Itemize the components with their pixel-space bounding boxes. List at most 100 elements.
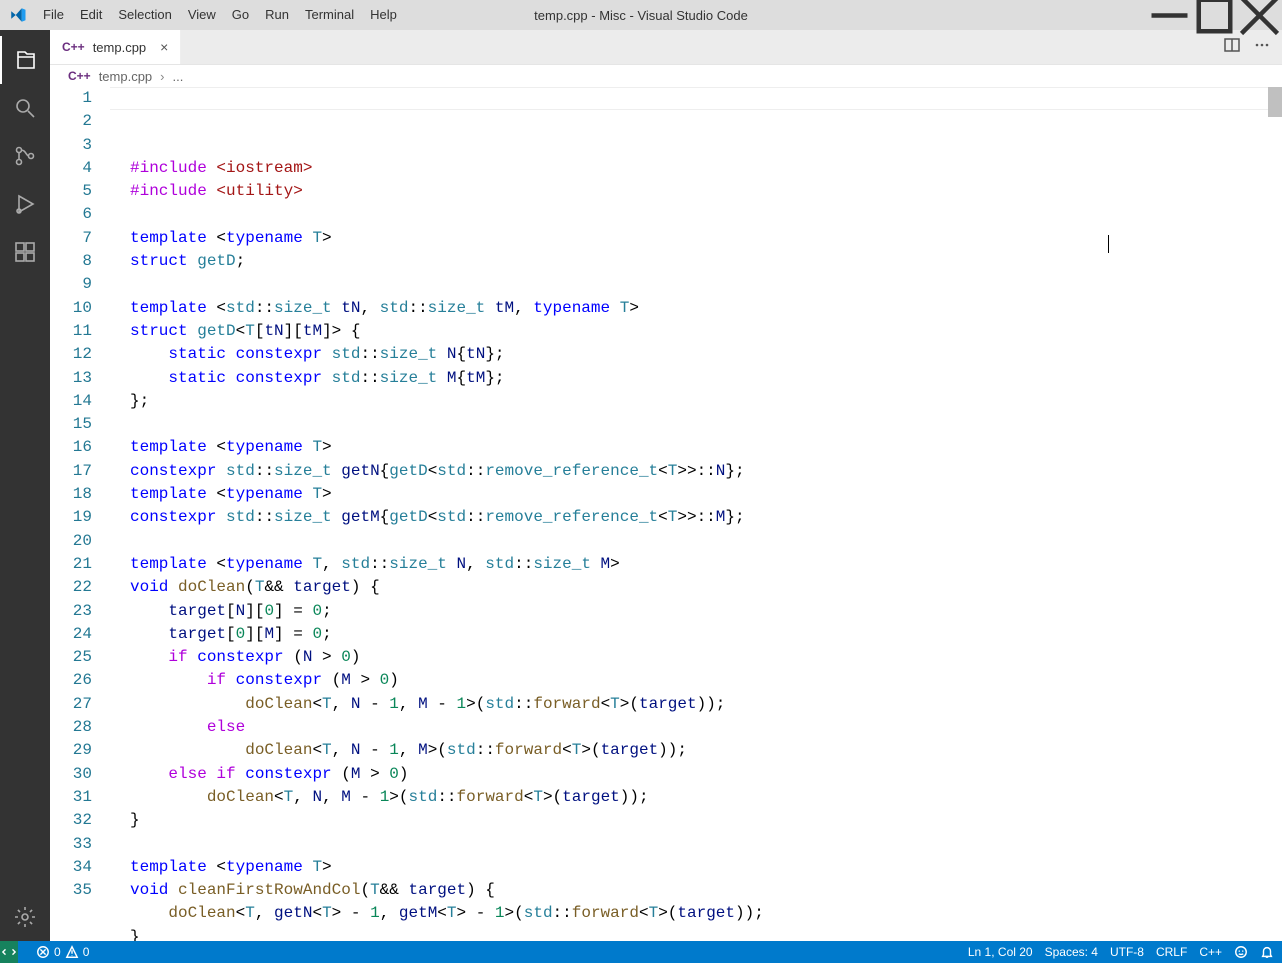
code-line[interactable]: } [110, 809, 1282, 832]
line-number: 30 [50, 763, 92, 786]
line-number: 27 [50, 693, 92, 716]
code-line[interactable]: struct getD<T[tN][tM]> { [110, 320, 1282, 343]
tab-close-icon[interactable]: × [154, 39, 168, 55]
code-line[interactable]: if constexpr (M > 0) [110, 669, 1282, 692]
menu-view[interactable]: View [180, 0, 224, 30]
line-number: 19 [50, 506, 92, 529]
menu-selection[interactable]: Selection [110, 0, 179, 30]
code-line[interactable]: struct getD; [110, 250, 1282, 273]
status-problems[interactable]: 0 0 [36, 945, 89, 959]
line-number: 11 [50, 320, 92, 343]
code-line[interactable]: doClean<T, getN<T> - 1, getM<T> - 1>(std… [110, 902, 1282, 925]
code-line[interactable]: static constexpr std::size_t N{tN}; [110, 343, 1282, 366]
line-number: 9 [50, 273, 92, 296]
menu-edit[interactable]: Edit [72, 0, 110, 30]
status-eol[interactable]: CRLF [1156, 945, 1187, 959]
line-number: 28 [50, 716, 92, 739]
code-line[interactable]: constexpr std::size_t getM{getD<std::rem… [110, 506, 1282, 529]
status-error-count: 0 [54, 945, 61, 959]
code-line[interactable]: template <typename T> [110, 483, 1282, 506]
line-number: 18 [50, 483, 92, 506]
code-line[interactable]: else if constexpr (M > 0) [110, 763, 1282, 786]
remote-indicator[interactable] [0, 941, 18, 963]
menu-help[interactable]: Help [362, 0, 405, 30]
activity-bar [0, 30, 50, 941]
menu-go[interactable]: Go [224, 0, 257, 30]
code-line[interactable]: template <typename T, std::size_t N, std… [110, 553, 1282, 576]
maximize-button[interactable] [1192, 0, 1237, 30]
code-line[interactable]: target[N][0] = 0; [110, 600, 1282, 623]
code-line[interactable]: static constexpr std::size_t M{tM}; [110, 367, 1282, 390]
line-number: 22 [50, 576, 92, 599]
code-line[interactable]: template <typename T> [110, 856, 1282, 879]
activity-source-control[interactable] [0, 132, 50, 180]
status-feedback-icon[interactable] [1234, 945, 1248, 959]
status-language-mode[interactable]: C++ [1199, 945, 1222, 959]
code-line[interactable]: }; [110, 390, 1282, 413]
close-button[interactable] [1237, 0, 1282, 30]
line-number: 25 [50, 646, 92, 669]
more-actions-icon[interactable] [1254, 37, 1270, 58]
code-line[interactable]: #include <utility> [110, 180, 1282, 203]
code-editor[interactable]: 1234567891011121314151617181920212223242… [50, 87, 1282, 941]
chevron-right-icon: › [160, 69, 164, 84]
status-notifications-icon[interactable] [1260, 945, 1274, 959]
code-line[interactable]: doClean<T, N, M - 1>(std::forward<T>(tar… [110, 786, 1282, 809]
code-line[interactable]: template <typename T> [110, 436, 1282, 459]
code-line[interactable]: target[0][M] = 0; [110, 623, 1282, 646]
editor-tab-temp-cpp[interactable]: C++ temp.cpp × [50, 30, 181, 64]
code-line[interactable]: void cleanFirstRowAndCol(T&& target) { [110, 879, 1282, 902]
status-indentation[interactable]: Spaces: 4 [1045, 945, 1098, 959]
breadcrumb-ellipsis: ... [173, 69, 184, 84]
breadcrumb[interactable]: C++ temp.cpp › ... [50, 65, 1282, 87]
code-line[interactable]: template <std::size_t tN, std::size_t tM… [110, 297, 1282, 320]
code-line[interactable]: } [110, 926, 1282, 941]
line-number: 4 [50, 157, 92, 180]
code-line[interactable]: template <typename T> [110, 227, 1282, 250]
menu-terminal[interactable]: Terminal [297, 0, 362, 30]
status-warning-count: 0 [83, 945, 90, 959]
line-number: 20 [50, 530, 92, 553]
scrollbar-thumb[interactable] [1268, 87, 1282, 117]
window-controls [1147, 0, 1282, 30]
menu-run[interactable]: Run [257, 0, 297, 30]
line-number: 2 [50, 110, 92, 133]
code-line[interactable]: constexpr std::size_t getN{getD<std::rem… [110, 460, 1282, 483]
code-line[interactable]: if constexpr (N > 0) [110, 646, 1282, 669]
code-line[interactable] [110, 203, 1282, 226]
code-line[interactable]: else [110, 716, 1282, 739]
line-number: 8 [50, 250, 92, 273]
code-line[interactable] [110, 530, 1282, 553]
code-line[interactable] [110, 413, 1282, 436]
menu-file[interactable]: File [35, 0, 72, 30]
vscode-logo-icon [0, 6, 35, 24]
code-line[interactable] [110, 833, 1282, 856]
activity-settings[interactable] [0, 893, 50, 941]
status-encoding[interactable]: UTF-8 [1110, 945, 1144, 959]
menu-bar: FileEditSelectionViewGoRunTerminalHelp [35, 0, 405, 30]
line-number: 6 [50, 203, 92, 226]
status-cursor-position[interactable]: Ln 1, Col 20 [968, 945, 1033, 959]
line-number: 24 [50, 623, 92, 646]
code-line[interactable]: void doClean(T&& target) { [110, 576, 1282, 599]
code-content[interactable]: #include <iostream>#include <utility> te… [110, 87, 1282, 941]
cpp-file-icon: C++ [68, 69, 91, 83]
activity-extensions[interactable] [0, 228, 50, 276]
code-line[interactable]: doClean<T, N - 1, M>(std::forward<T>(tar… [110, 739, 1282, 762]
minimize-button[interactable] [1147, 0, 1192, 30]
activity-run-debug[interactable] [0, 180, 50, 228]
split-editor-icon[interactable] [1224, 37, 1240, 58]
line-number: 32 [50, 809, 92, 832]
status-bar: 0 0 Ln 1, Col 20 Spaces: 4 UTF-8 CRLF C+… [0, 941, 1282, 963]
code-line[interactable] [110, 273, 1282, 296]
activity-explorer[interactable] [0, 36, 50, 84]
line-number: 26 [50, 669, 92, 692]
code-line[interactable]: doClean<T, N - 1, M - 1>(std::forward<T>… [110, 693, 1282, 716]
line-number: 5 [50, 180, 92, 203]
line-number: 16 [50, 436, 92, 459]
activity-search[interactable] [0, 84, 50, 132]
line-number-gutter: 1234567891011121314151617181920212223242… [50, 87, 110, 941]
line-number: 34 [50, 856, 92, 879]
code-line[interactable]: #include <iostream> [110, 157, 1282, 180]
line-number: 1 [50, 87, 92, 110]
